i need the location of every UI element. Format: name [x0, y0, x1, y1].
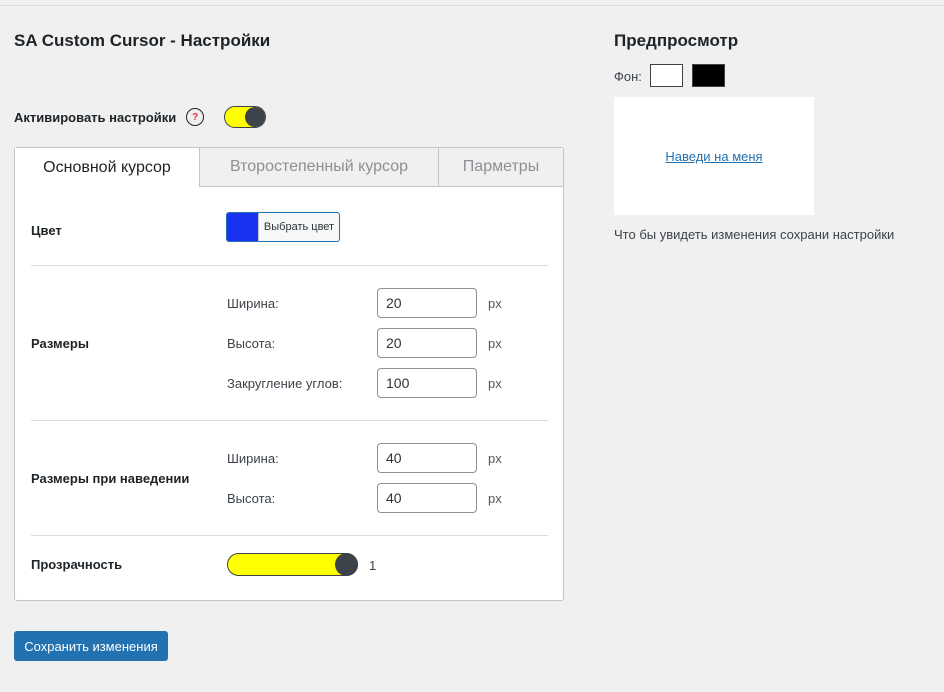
choose-color-button[interactable]: Выбрать цвет [226, 212, 340, 242]
width-unit: px [488, 296, 502, 311]
save-button[interactable]: Сохранить изменения [14, 631, 168, 661]
tab-secondary-cursor[interactable]: Второстепенный курсор [199, 148, 438, 187]
settings-panel: Основной курсор Второстепенный курсор Па… [14, 147, 564, 601]
tab-bar: Основной курсор Второстепенный курсор Па… [15, 148, 563, 187]
height-input[interactable]: 20 [377, 328, 477, 358]
divider [31, 535, 548, 536]
preview-title: Предпросмотр [614, 31, 739, 50]
sizes-label: Размеры [31, 336, 89, 351]
slider-handle[interactable] [335, 553, 358, 576]
activate-row: Активировать настройки ? [14, 105, 267, 129]
width-input[interactable]: 20 [377, 288, 477, 318]
opacity-slider[interactable] [227, 553, 358, 576]
background-label: Фон: [614, 69, 642, 84]
hover-me-link[interactable]: Наведи на меня [665, 149, 762, 164]
opacity-value: 1 [369, 558, 377, 573]
radius-unit: px [488, 376, 502, 391]
divider [31, 420, 548, 421]
hover-height-label: Высота: [227, 491, 276, 506]
white-background-option[interactable] [650, 64, 683, 87]
hover-sizes-label: Размеры при наведении [31, 471, 190, 486]
hover-height-input[interactable]: 40 [377, 483, 477, 513]
hover-width-unit: px [488, 451, 502, 466]
radius-input[interactable]: 100 [377, 368, 477, 398]
height-unit: px [488, 336, 502, 351]
page-title: SA Custom Cursor - Настройки [14, 31, 271, 50]
activate-label: Активировать настройки [14, 109, 177, 125]
tab-main-cursor[interactable]: Основной курсор [15, 148, 199, 187]
color-label: Цвет [31, 223, 62, 238]
tab-parameters[interactable]: Парметры [438, 148, 563, 187]
choose-color-label: Выбрать цвет [258, 213, 339, 241]
toggle-knob [245, 107, 266, 127]
color-swatch [227, 213, 258, 241]
preview-area: Наведи на меня [614, 97, 814, 215]
divider [31, 265, 548, 266]
hover-width-label: Ширина: [227, 451, 279, 466]
opacity-label: Прозрачность [31, 557, 123, 572]
hover-height-unit: px [488, 491, 502, 506]
black-background-option[interactable] [692, 64, 725, 87]
top-divider [0, 5, 944, 6]
height-label: Высота: [227, 336, 276, 351]
width-label: Ширина: [227, 296, 279, 311]
hover-width-input[interactable]: 40 [377, 443, 477, 473]
activate-toggle[interactable] [224, 106, 267, 128]
preview-note: Что бы увидеть изменения сохрани настрой… [614, 227, 895, 242]
radius-label: Закругление углов: [227, 376, 343, 391]
help-icon[interactable]: ? [186, 108, 205, 126]
